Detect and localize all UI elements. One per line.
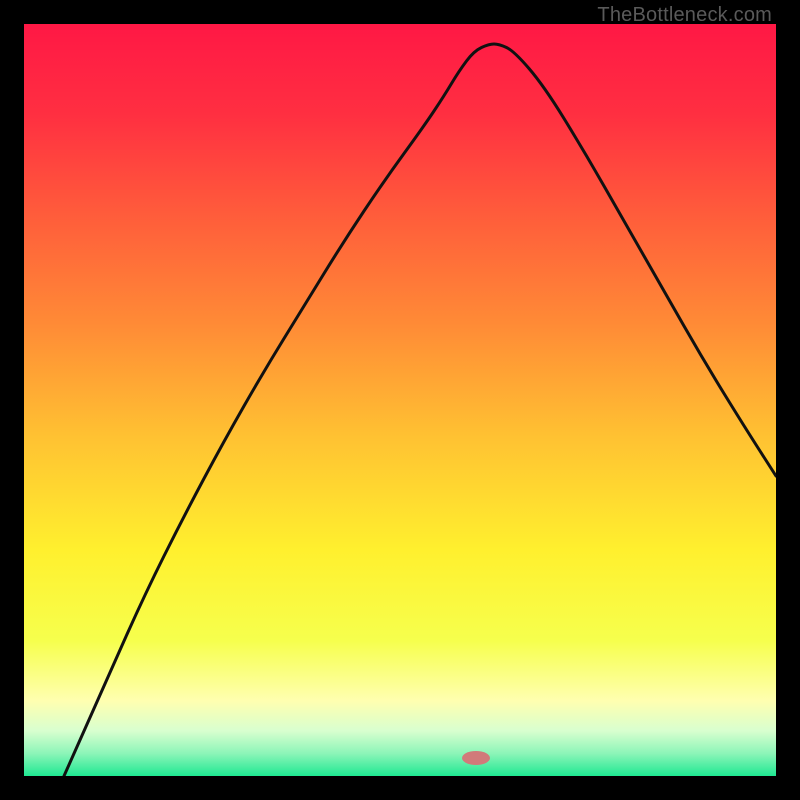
optimal-marker xyxy=(462,751,490,765)
chart-frame xyxy=(24,24,776,776)
bottleneck-chart xyxy=(24,24,776,776)
watermark-text: TheBottleneck.com xyxy=(597,4,772,27)
gradient-background xyxy=(24,24,776,776)
